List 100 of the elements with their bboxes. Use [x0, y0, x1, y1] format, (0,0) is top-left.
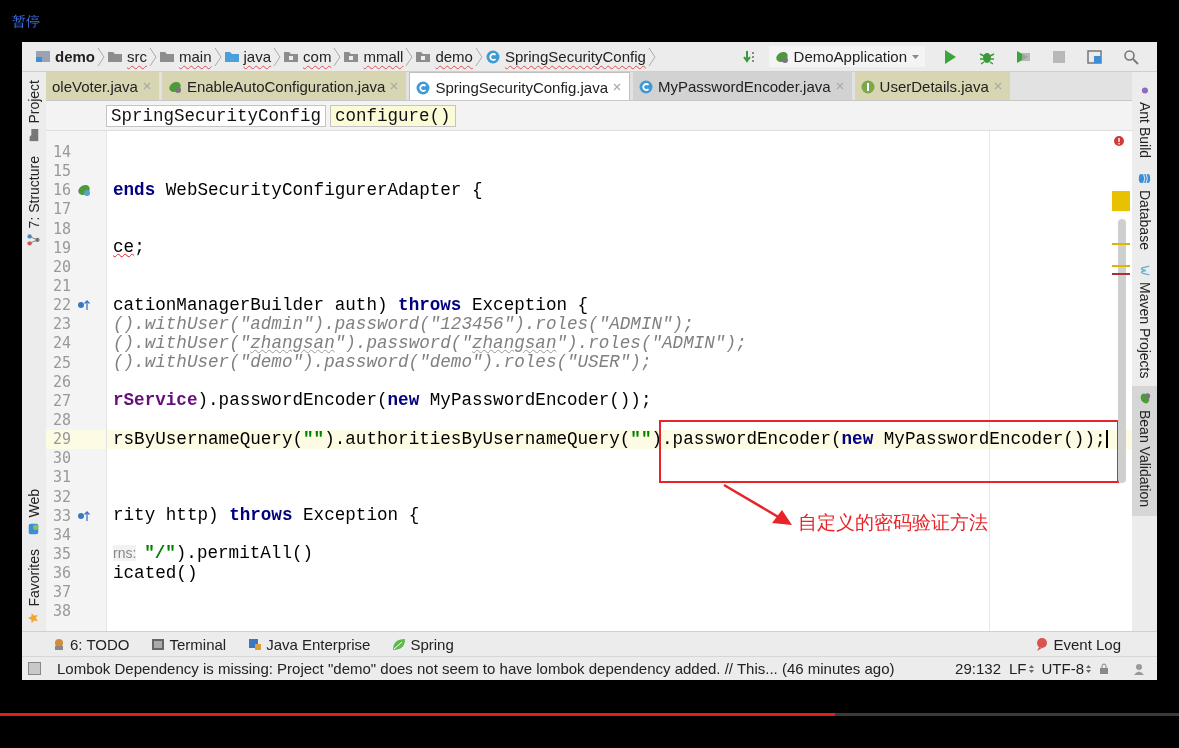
file-tab[interactable]: EnableAutoConfiguration.java — [161, 72, 407, 100]
error-icon — [1114, 136, 1124, 146]
line-number: 15 — [53, 162, 72, 181]
chevron-icon — [213, 46, 223, 67]
error-stripe-mark — [1112, 273, 1130, 275]
chevron-icon — [647, 46, 657, 67]
tool-window-button[interactable]: Java Enterprise — [248, 635, 371, 653]
tool-window-tab[interactable]: Bean Validation — [1132, 386, 1157, 516]
tool-window-tab[interactable]: Project — [22, 72, 46, 148]
caret-position[interactable]: 29:132 — [955, 660, 1001, 677]
package-icon — [416, 49, 431, 64]
close-icon — [142, 82, 151, 90]
tool-window-tab[interactable]: Ant Build — [1132, 78, 1157, 167]
pause-label[interactable]: 暂停 — [12, 12, 40, 29]
folder-icon — [27, 128, 41, 142]
code-line: rService).passwordEncoder(new MyPasswordEncoder()); — [113, 391, 652, 411]
stop-icon[interactable] — [1051, 48, 1067, 65]
encoding-selector[interactable]: UTF-8 — [1041, 660, 1091, 677]
code-line: ce; — [113, 238, 145, 258]
breadcrumb-item[interactable]: demo — [414, 48, 475, 65]
line-number: 24 — [53, 334, 72, 353]
structure-crumb[interactable]: configure() — [330, 104, 456, 127]
coverage-icon[interactable] — [1015, 48, 1031, 65]
caret-icon — [912, 54, 919, 59]
tool-window-button[interactable]: Spring — [392, 635, 454, 653]
package-icon — [284, 49, 299, 64]
project-structure-icon[interactable] — [1087, 48, 1103, 65]
package-icon — [344, 49, 359, 64]
close-icon — [390, 82, 399, 90]
tool-window-tab[interactable]: 7: Structure — [22, 147, 46, 252]
code-line: cationManagerBuilder auth) throws Exception { — [113, 295, 589, 315]
updown-icon — [1086, 664, 1091, 673]
code-line: rity http) throws Exception { — [113, 506, 420, 526]
line-number: 33 — [53, 506, 72, 525]
error-stripe-mark — [1112, 265, 1130, 267]
scrollbar-thumb[interactable] — [1118, 219, 1126, 483]
annotation-text: 自定义的密码验证方法 — [798, 510, 988, 535]
close-icon — [993, 82, 1002, 90]
file-tab[interactable]: oleVoter.java — [46, 72, 159, 100]
line-number: 17 — [53, 200, 72, 219]
code-line: ().withUser("demo").password("demo").roles("USER"); — [113, 353, 652, 373]
line-separator-selector[interactable]: LF — [1009, 660, 1034, 677]
enterprise-icon — [248, 636, 263, 652]
class-icon — [639, 78, 653, 94]
error-stripe-mark — [1112, 243, 1130, 245]
annotation-arrow — [722, 483, 794, 527]
breadcrumb-item[interactable]: src — [106, 48, 149, 65]
file-tab[interactable]: UserDetails.java — [854, 72, 1010, 100]
close-icon — [613, 83, 621, 91]
line-number: 34 — [53, 525, 72, 544]
search-icon[interactable] — [1123, 48, 1139, 65]
event-log-button[interactable]: Event Log — [1035, 635, 1121, 653]
run-config-dropdown[interactable]: DemoApplication — [768, 46, 925, 67]
line-number: 23 — [53, 315, 72, 334]
line-number: 32 — [53, 487, 72, 506]
tool-window-tab[interactable]: Web — [22, 480, 46, 542]
line-number: 21 — [53, 277, 72, 296]
breadcrumb-item[interactable]: SpringSecurityConfig — [483, 48, 648, 65]
module-icon — [36, 49, 50, 64]
leaf-icon — [392, 636, 407, 652]
sort-icon — [742, 50, 755, 63]
inspector-icon — [1133, 662, 1145, 675]
class-icon — [416, 79, 431, 95]
file-tab[interactable]: MyPasswordEncoder.java — [633, 72, 852, 100]
breadcrumb-item[interactable]: mmall — [342, 48, 406, 65]
breadcrumb-item[interactable]: com — [282, 48, 334, 65]
line-number: 18 — [53, 219, 72, 238]
line-number: 22 — [53, 296, 72, 315]
tool-window-button[interactable]: Terminal — [151, 635, 227, 653]
breadcrumb-item[interactable]: main — [158, 48, 214, 65]
terminal-icon — [151, 636, 166, 652]
status-message: Lombok Dependency is missing: Project "demo" does not seem to have lombok dependency added. // This... (46 minutes ago) — [57, 660, 895, 677]
line-number: 36 — [53, 564, 72, 583]
folder-icon — [160, 49, 174, 64]
chevron-icon — [474, 46, 484, 67]
status-toggle-icon — [28, 662, 41, 675]
structure-crumb[interactable]: SpringSecurityConfig — [106, 104, 327, 127]
chevron-icon — [273, 46, 283, 67]
line-number: 38 — [53, 602, 72, 621]
chevron-icon — [149, 46, 158, 67]
updown-icon — [1028, 664, 1034, 673]
code-line: ().withUser("zhangsan").password("zhangsan").roles("ADMIN"); — [113, 333, 747, 354]
database-icon — [1138, 172, 1151, 186]
line-number: 16 — [53, 181, 72, 200]
tool-window-button[interactable]: 6: TODO — [52, 635, 130, 653]
code-line: icated() — [113, 563, 198, 583]
globe-icon — [27, 522, 41, 536]
file-tab[interactable]: SpringSecurityConfig.java — [409, 72, 630, 100]
class-icon — [485, 49, 500, 64]
tool-window-tab[interactable]: Database — [1132, 166, 1157, 258]
code-line: ends WebSecurityConfigurerAdapter { — [113, 180, 483, 200]
breadcrumb-item[interactable]: java — [222, 48, 274, 65]
code-line: ().withUser("admin").password("123456").roles("ADMIN"); — [113, 314, 694, 334]
line-number: 31 — [53, 468, 72, 487]
line-number: 37 — [53, 583, 72, 602]
breadcrumb-item[interactable]: demo — [34, 48, 97, 65]
balloon-icon — [1035, 636, 1050, 652]
tool-window-tab[interactable]: Favorites — [22, 541, 46, 631]
tool-window-tab[interactable]: Maven Projects — [1132, 258, 1157, 387]
folder-icon — [224, 49, 239, 64]
